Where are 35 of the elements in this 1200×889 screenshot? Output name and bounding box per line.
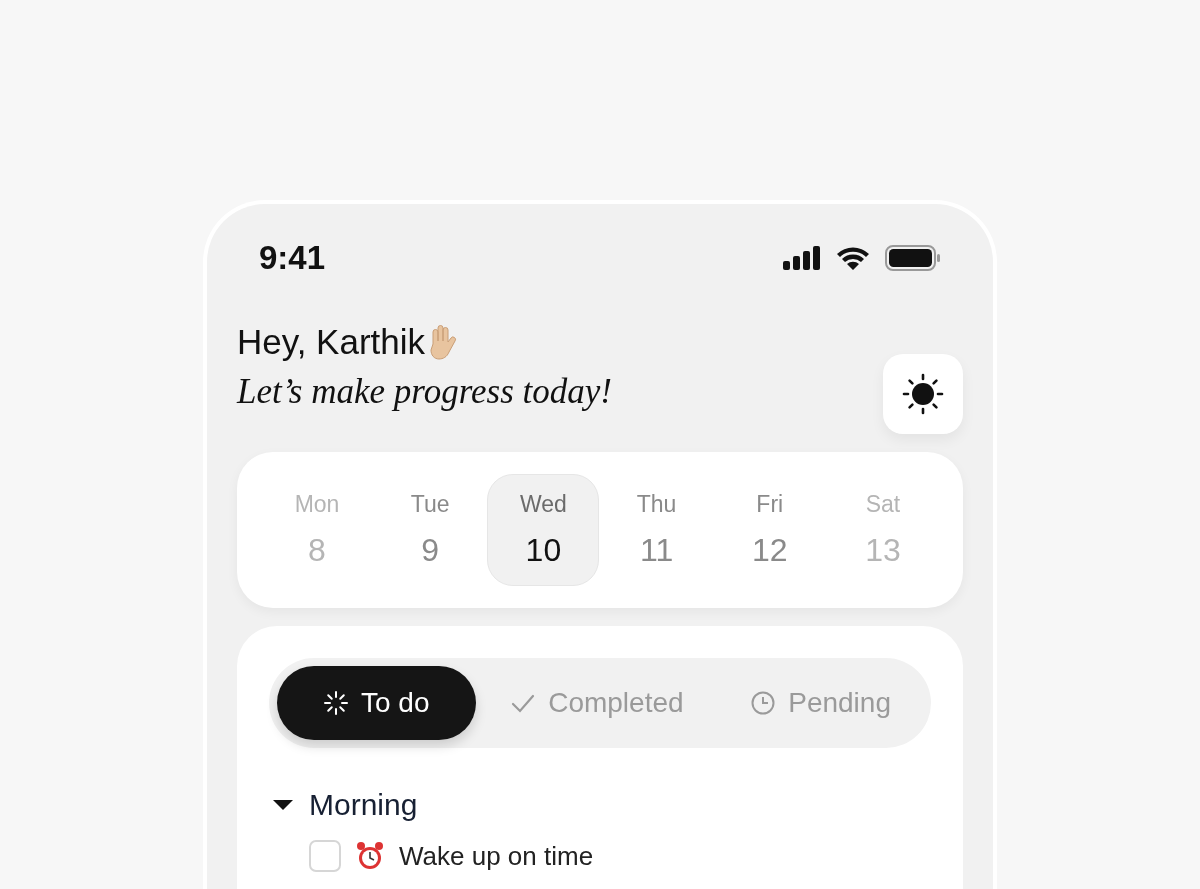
day-name: Wed [519,491,567,518]
day-name: Fri [756,491,784,518]
day-name: Mon [294,491,340,518]
day-name: Tue [410,491,450,518]
day-button[interactable]: Wed 10 [487,474,600,586]
clock-icon [750,690,777,716]
day-date: 9 [421,532,440,569]
battery-icon [885,245,941,271]
day-button[interactable]: Tue 9 [374,474,487,586]
day-date: 13 [865,532,901,569]
alarm-clock-icon [355,841,385,871]
sun-icon [901,372,945,416]
status-time: 9:41 [259,239,326,277]
day-button[interactable]: Thu 11 [600,474,713,586]
tab[interactable]: Pending [718,666,923,740]
day-button[interactable]: Mon 8 [261,474,373,586]
section-header[interactable]: Morning [269,788,418,822]
day-name: Sat [865,491,901,518]
day-date: 8 [308,532,326,569]
checkbox[interactable] [309,840,341,872]
subtitle: Let’s make progress today! [237,372,612,412]
day-button[interactable]: Sat 13 [826,474,939,586]
day-name: Thu [636,491,677,518]
day-date: 11 [639,532,674,569]
task-label: Wake up on time [399,840,594,872]
day-button[interactable]: Fri 12 [713,474,826,586]
day-date: 10 [525,532,562,569]
loader-icon [323,690,349,716]
tab[interactable]: Completed [478,666,716,740]
day-date: 12 [751,532,788,569]
theme-toggle-button[interactable] [883,354,963,434]
signal-icon [783,246,821,270]
wifi-icon [835,245,871,271]
greeting: Hey, Karthik [237,322,426,362]
tab[interactable]: To do [277,666,476,740]
